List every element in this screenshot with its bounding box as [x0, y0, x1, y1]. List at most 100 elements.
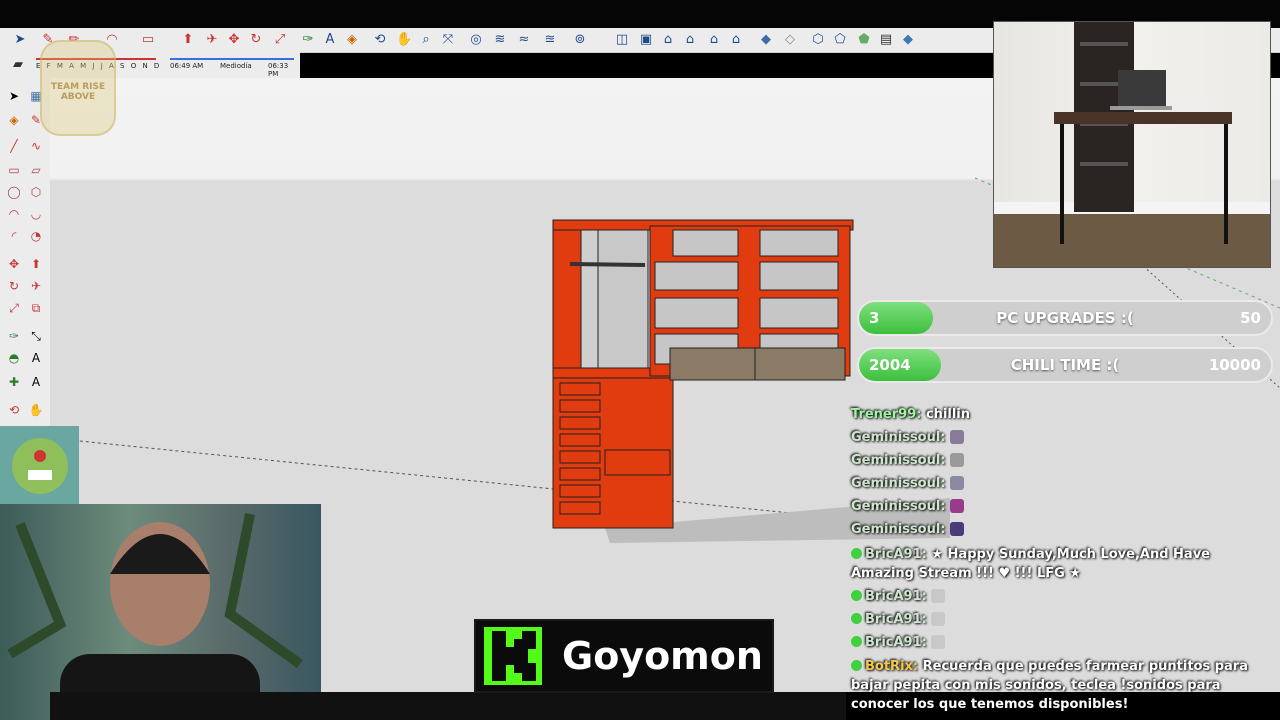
- chat-emote-icon: [949, 499, 964, 513]
- section-plane-icon[interactable]: ◎: [468, 32, 484, 48]
- text-tool-icon[interactable]: A: [28, 350, 44, 366]
- avatar-illustration: [12, 438, 68, 494]
- streamer-name: Goyomon: [562, 634, 763, 678]
- section-cuts-icon[interactable]: ≊: [542, 32, 558, 48]
- monochrome-icon[interactable]: ◆: [900, 32, 916, 48]
- circle-tool-icon[interactable]: ◯: [6, 184, 22, 200]
- pan-tool-icon[interactable]: ✋: [28, 402, 44, 418]
- chat-username[interactable]: BricA91:: [865, 589, 927, 604]
- polygon-tool-icon[interactable]: ⬡: [28, 184, 44, 200]
- pie-tool-icon[interactable]: ◔: [28, 228, 44, 244]
- arc-tool-icon[interactable]: ◠: [6, 206, 22, 222]
- chat-message: Geminissoul:: [851, 451, 1271, 470]
- chat-username[interactable]: Geminissoul:: [851, 430, 946, 445]
- tool-palette: ➤ ▦ ◈ ✎ ╱ ∿ ▭ ▱ ◯ ⬡ ◠ ◡ ◜ ◔ ✥ ⬆ ↻ ✈ ⤢ ⧉ …: [0, 78, 51, 428]
- goal-label: PC UPGRADES :(: [996, 309, 1134, 327]
- chat-username[interactable]: BricA91:: [865, 635, 927, 650]
- chat-username[interactable]: BotRix:: [865, 659, 918, 674]
- tape-tool-icon[interactable]: ✑: [6, 328, 22, 344]
- chat-message: BricA91: ★ Happy Sunday,Much Love,And Ha…: [851, 545, 1271, 583]
- select-tool-icon[interactable]: ➤: [6, 88, 22, 104]
- offset-tool-icon[interactable]: ⧉: [28, 300, 44, 316]
- line-tool-icon[interactable]: ╱: [6, 138, 22, 154]
- paint-tool-icon[interactable]: ◈: [6, 112, 22, 128]
- kick-logo-icon: [484, 627, 542, 685]
- chat-emote-icon: [949, 522, 964, 536]
- rect-tool-icon[interactable]: ▭: [6, 162, 22, 178]
- scale-icon[interactable]: ⤢: [272, 32, 288, 48]
- chat-message: BotRix: Recuerda que puedes farmear punt…: [851, 657, 1271, 714]
- chat-username[interactable]: Geminissoul:: [851, 499, 946, 514]
- rotate-icon[interactable]: ↻: [248, 32, 264, 48]
- orbit-tool-icon[interactable]: ⟲: [6, 402, 22, 418]
- push-pull-icon[interactable]: ⬆: [180, 32, 196, 48]
- zoom-icon[interactable]: ⌕: [418, 32, 434, 48]
- shaded-icon[interactable]: ⬟: [856, 32, 872, 48]
- dimension-tool-icon[interactable]: ⤡: [28, 328, 44, 344]
- time-mid: Mediodía: [220, 62, 252, 70]
- chat-text: chillin: [921, 407, 971, 422]
- front-view-icon[interactable]: ⌂: [660, 32, 676, 48]
- back-view-icon[interactable]: ⌂: [706, 32, 722, 48]
- move-tool-icon[interactable]: ✥: [6, 256, 22, 272]
- followme-tool-icon[interactable]: ✈: [28, 278, 44, 294]
- move-icon[interactable]: ✥: [226, 32, 242, 48]
- top-view-icon[interactable]: ▣: [638, 32, 654, 48]
- rectangle-icon[interactable]: ▭: [140, 32, 156, 48]
- arc2-tool-icon[interactable]: ◡: [28, 206, 44, 222]
- orbit-icon[interactable]: ⟲: [372, 32, 388, 48]
- status-bar: [50, 692, 846, 720]
- goal-target: 10000: [1208, 356, 1261, 374]
- webcam-illustration: [7, 513, 303, 720]
- kick-k-glyph: [492, 631, 536, 681]
- freehand-tool-icon[interactable]: ∿: [28, 138, 44, 154]
- follow-me-icon[interactable]: ✈: [204, 32, 220, 48]
- section-fill-icon[interactable]: ≋: [492, 32, 508, 48]
- desk-illustration: [994, 22, 1270, 267]
- chat-message: Geminissoul:: [851, 474, 1271, 493]
- pushpull-tool-icon[interactable]: ⬆: [28, 256, 44, 272]
- hidden-line-icon[interactable]: ⬠: [832, 32, 848, 48]
- time-slider[interactable]: [170, 58, 294, 60]
- tape-measure-icon[interactable]: ✑: [300, 32, 316, 48]
- verified-badge-icon: [851, 636, 862, 647]
- back-edges-icon[interactable]: ◇: [782, 32, 798, 48]
- verified-badge-icon: [851, 660, 862, 671]
- chat-overlay: Trener99: chillin Geminissoul: Geminissoul…: [845, 395, 1280, 720]
- verified-badge-icon: [851, 590, 862, 601]
- text-icon[interactable]: A: [322, 32, 338, 48]
- left-view-icon[interactable]: ⌂: [728, 32, 744, 48]
- 3dtext-tool-icon[interactable]: A: [28, 374, 44, 390]
- chat-username[interactable]: Geminissoul:: [851, 476, 946, 491]
- shaded-textures-icon[interactable]: ▤: [878, 32, 894, 48]
- chat-username[interactable]: BricA91:: [865, 547, 927, 562]
- iso-view-icon[interactable]: ◫: [614, 32, 630, 48]
- rotate-tool-icon[interactable]: ↻: [6, 278, 22, 294]
- display-section-icon[interactable]: ≈: [516, 32, 532, 48]
- shadows-toggle-icon[interactable]: ▰: [10, 57, 26, 73]
- desk-reference-image: [993, 21, 1271, 268]
- chat-emote-icon: [930, 612, 945, 626]
- pan-icon[interactable]: ✋: [396, 32, 412, 48]
- protractor-tool-icon[interactable]: ◓: [6, 350, 22, 366]
- xray-icon[interactable]: ◆: [758, 32, 774, 48]
- right-view-icon[interactable]: ⌂: [682, 32, 698, 48]
- chat-username[interactable]: Geminissoul:: [851, 522, 946, 537]
- chat-message: BricA91:: [851, 587, 1271, 606]
- warehouse-icon[interactable]: ⊚: [572, 32, 588, 48]
- chat-username[interactable]: Trener99:: [851, 407, 921, 422]
- wireframe-icon[interactable]: ⬡: [810, 32, 826, 48]
- paint-bucket-icon[interactable]: ◈: [344, 32, 360, 48]
- arc3-tool-icon[interactable]: ◜: [6, 228, 22, 244]
- scale-tool-icon[interactable]: ⤢: [6, 300, 22, 316]
- chat-username[interactable]: Geminissoul:: [851, 453, 946, 468]
- rotated-rect-tool-icon[interactable]: ▱: [28, 162, 44, 178]
- axes-tool-icon[interactable]: ✚: [6, 374, 22, 390]
- zoom-extents-icon[interactable]: ⤧: [440, 32, 456, 48]
- webcam-feed: [0, 504, 321, 720]
- select-icon[interactable]: ➤: [12, 32, 28, 48]
- streamer-avatar: [0, 426, 79, 504]
- verified-badge-icon: [851, 548, 862, 559]
- chat-message: Geminissoul:: [851, 428, 1271, 447]
- chat-username[interactable]: BricA91:: [865, 612, 927, 627]
